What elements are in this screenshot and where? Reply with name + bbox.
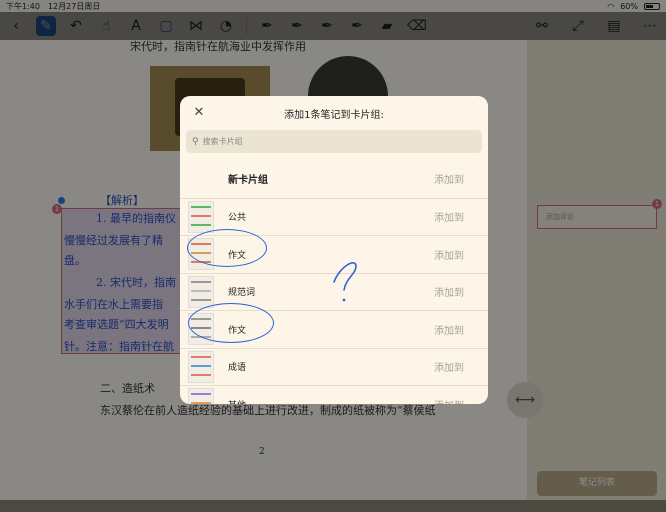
ink-question-mark — [333, 262, 357, 302]
card-group-thumbnail — [188, 275, 214, 308]
card-group-name: 新卡片组 — [228, 175, 268, 187]
card-group-thumbnail — [188, 200, 214, 233]
card-group-row[interactable]: 其他添加到 — [180, 385, 488, 404]
ink-circle — [187, 229, 267, 267]
dialog-header: ✕ 添加1条笔记到卡片组: — [180, 96, 488, 130]
card-group-thumbnail — [188, 350, 214, 383]
add-to-button[interactable]: 添加到 — [434, 171, 464, 186]
ink-circle — [188, 303, 274, 343]
add-to-button[interactable]: 添加到 — [434, 322, 464, 337]
search-icon: ⚲ — [192, 136, 199, 147]
card-group-name: 公共 — [228, 213, 247, 224]
add-to-button[interactable]: 添加到 — [434, 284, 464, 299]
add-to-button[interactable]: 添加到 — [434, 247, 464, 262]
search-bar: ⚲ — [186, 130, 482, 153]
card-group-name: 其他 — [228, 398, 434, 404]
close-icon[interactable]: ✕ — [190, 104, 208, 122]
add-to-button[interactable]: 添加到 — [434, 397, 464, 404]
add-to-button[interactable]: 添加到 — [434, 359, 464, 374]
card-group-thumbnail — [188, 388, 214, 404]
dialog-title: 添加1条笔记到卡片组: — [284, 109, 384, 121]
card-group-row[interactable]: 成语 添加到 — [180, 347, 488, 386]
new-card-group-row[interactable]: 新卡片组 添加到 — [180, 160, 488, 198]
card-group-name: 成语 — [228, 363, 247, 374]
search-input[interactable] — [202, 137, 463, 146]
add-to-button[interactable]: 添加到 — [434, 209, 464, 224]
